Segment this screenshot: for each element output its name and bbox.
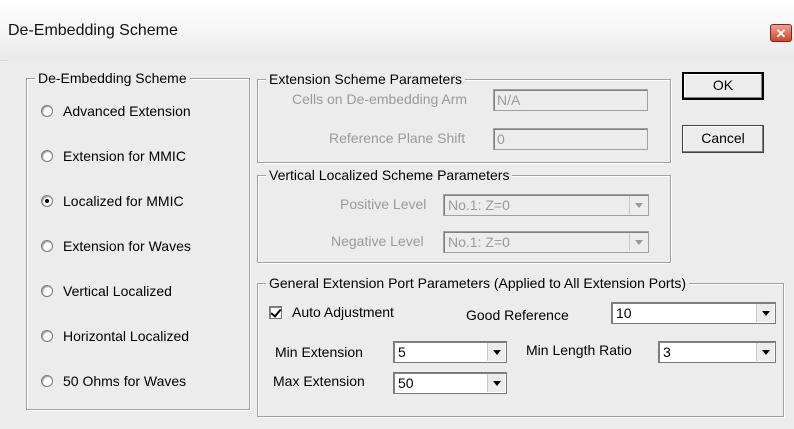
positive-level-select[interactable]: No.1: Z=0 xyxy=(443,194,649,216)
min-ext-select[interactable]: 5 xyxy=(393,341,507,363)
de-embedding-dialog: De-Embedding Scheme ✕ De-Embedding Schem… xyxy=(0,0,794,429)
min-len-value: 3 xyxy=(663,344,671,360)
positive-level-value: No.1: Z=0 xyxy=(448,197,510,213)
vertical-params-group: Vertical Localized Scheme Parameters Pos… xyxy=(257,167,671,263)
radio-button[interactable] xyxy=(41,195,53,207)
shift-input[interactable]: 0 xyxy=(493,128,648,150)
general-params-legend: General Extension Port Parameters (Appli… xyxy=(266,275,690,291)
max-ext-value: 50 xyxy=(398,375,414,391)
radio-localized-mmic[interactable]: Localized for MMIC xyxy=(41,191,184,211)
radio-extension-mmic[interactable]: Extension for MMIC xyxy=(41,146,186,166)
vertical-params-legend: Vertical Localized Scheme Parameters xyxy=(266,167,513,183)
max-ext-label: Max Extension xyxy=(273,373,365,389)
good-ref-value: 10 xyxy=(616,305,632,321)
scheme-group: De-Embedding Scheme Advanced Extension E… xyxy=(26,70,250,410)
close-button[interactable]: ✕ xyxy=(770,24,792,42)
window-title: De-Embedding Scheme xyxy=(8,22,178,39)
radio-advanced-extension[interactable]: Advanced Extension xyxy=(41,101,191,121)
dialog-body: De-Embedding Scheme Advanced Extension E… xyxy=(8,60,794,429)
radio-50-ohms-waves[interactable]: 50 Ohms for Waves xyxy=(41,371,186,391)
chevron-down-icon[interactable] xyxy=(756,304,774,322)
min-len-select[interactable]: 3 xyxy=(658,341,776,363)
min-len-label: Min Length Ratio xyxy=(526,342,632,358)
radio-label: Extension for Waves xyxy=(63,238,191,254)
title-bar[interactable]: De-Embedding Scheme ✕ xyxy=(0,0,794,61)
auto-adjust-label[interactable]: Auto Adjustment xyxy=(292,304,394,320)
radio-button[interactable] xyxy=(41,330,53,342)
chevron-down-icon[interactable] xyxy=(629,233,647,251)
radio-button[interactable] xyxy=(41,375,53,387)
radio-button[interactable] xyxy=(41,150,53,162)
close-icon: ✕ xyxy=(775,26,787,41)
cancel-button[interactable]: Cancel xyxy=(682,125,764,153)
chevron-down-icon[interactable] xyxy=(487,374,505,392)
radio-button[interactable] xyxy=(41,105,53,117)
radio-label: Localized for MMIC xyxy=(63,193,184,209)
negative-level-value: No.1: Z=0 xyxy=(448,234,510,250)
extension-params-legend: Extension Scheme Parameters xyxy=(266,71,465,87)
radio-horizontal-localized[interactable]: Horizontal Localized xyxy=(41,326,189,346)
chevron-down-icon[interactable] xyxy=(487,343,505,361)
radio-label: 50 Ohms for Waves xyxy=(63,373,187,389)
extension-params-group: Extension Scheme Parameters Cells on De-… xyxy=(257,71,671,163)
radio-extension-waves[interactable]: Extension for Waves xyxy=(41,236,191,256)
radio-vertical-localized[interactable]: Vertical Localized xyxy=(41,281,172,301)
general-params-group: General Extension Port Parameters (Appli… xyxy=(257,275,784,417)
good-ref-select[interactable]: 10 xyxy=(611,302,776,324)
radio-label: Vertical Localized xyxy=(63,283,172,299)
chevron-down-icon[interactable] xyxy=(756,343,774,361)
max-ext-select[interactable]: 50 xyxy=(393,372,507,394)
cells-value: N/A xyxy=(497,92,521,108)
shift-label: Reference Plane Shift xyxy=(329,130,466,146)
ok-button[interactable]: OK xyxy=(682,72,764,100)
negative-level-label: Negative Level xyxy=(331,233,424,249)
scheme-group-legend: De-Embedding Scheme xyxy=(35,70,190,86)
radio-button[interactable] xyxy=(41,240,53,252)
min-ext-label: Min Extension xyxy=(275,344,363,360)
cells-input[interactable]: N/A xyxy=(493,89,648,111)
radio-button[interactable] xyxy=(41,285,53,297)
radio-label: Advanced Extension xyxy=(63,103,191,119)
positive-level-label: Positive Level xyxy=(340,196,427,212)
cells-label: Cells on De-embedding Arm xyxy=(292,91,468,107)
negative-level-select[interactable]: No.1: Z=0 xyxy=(443,231,649,253)
radio-label: Horizontal Localized xyxy=(63,328,190,344)
auto-adjust-checkbox[interactable] xyxy=(269,306,282,319)
radio-label: Extension for MMIC xyxy=(63,148,186,164)
min-ext-value: 5 xyxy=(398,344,406,360)
good-ref-label: Good Reference xyxy=(466,307,569,323)
chevron-down-icon[interactable] xyxy=(629,196,647,214)
shift-value: 0 xyxy=(497,131,505,147)
